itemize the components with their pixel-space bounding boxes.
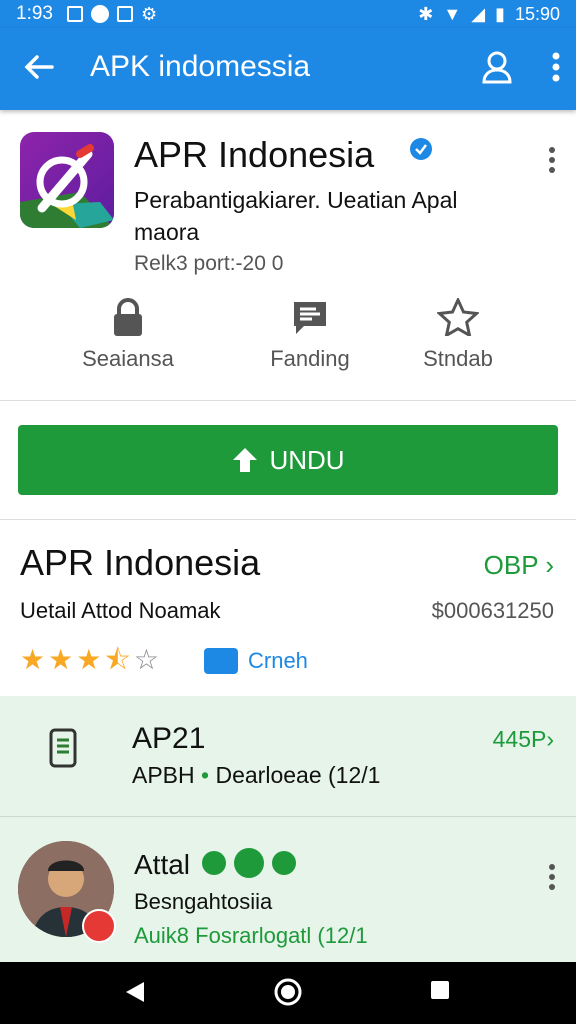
upload-arrow-icon [233, 448, 258, 472]
verified-icon [410, 138, 432, 160]
image-icon [116, 6, 133, 22]
list-item-right[interactable]: 445P› [493, 726, 554, 753]
action-label: Seaiansa [82, 346, 174, 371]
app-icon [20, 132, 114, 228]
chip-label: Crneh [248, 648, 308, 673]
list-item-subtitle-a: APBH [132, 762, 195, 788]
detail-subtitle: Uetail Attod Noamak [20, 598, 221, 623]
more-vert-icon[interactable] [548, 863, 556, 896]
signal-icon: ◢ [471, 3, 486, 24]
document-icon [204, 648, 238, 674]
nav-back-icon[interactable] [124, 980, 146, 1009]
chat-icon [294, 302, 326, 334]
chevron-right-icon: › [545, 550, 554, 580]
back-arrow-icon[interactable] [22, 50, 56, 84]
list-item-title: Attal [134, 849, 191, 880]
chevron-right-icon: › [546, 726, 554, 752]
action-rate[interactable]: Stndab [378, 298, 538, 372]
star-filled-icon: ★ [76, 644, 102, 675]
dot-separator: • [201, 762, 210, 788]
lock-icon [114, 298, 142, 336]
list-item[interactable]: Attal Besngahtosiia Auik8 Fosrarlogatl (… [0, 817, 576, 962]
detail-title: APR Indonesia [20, 542, 261, 583]
star-empty-icon: ☆ [133, 644, 159, 675]
nav-recents-icon[interactable] [430, 980, 450, 1005]
detail-price: $000631250 [431, 598, 554, 623]
list-item-subtitle: Besngahtosiia [134, 889, 273, 914]
chip[interactable]: Crneh [204, 648, 308, 674]
notification-icon [66, 6, 83, 22]
badge-icon [202, 851, 226, 875]
detail-link-label: OBP [483, 550, 539, 580]
badge-icon [234, 848, 264, 878]
app-header: APR Indonesia Perabantigakiarer. Ueatian… [0, 110, 576, 401]
app-bar: APK indomessia [0, 28, 576, 110]
action-feedback[interactable]: Fanding [230, 298, 390, 372]
install-section: UNDU [0, 401, 576, 520]
bluetooth-icon: ✱ [418, 3, 434, 24]
status-bar: 1:93 ⚙ ✱ ▼ ◢ ▮ 15:90 [0, 0, 576, 28]
detail-link[interactable]: OBP › [484, 550, 554, 581]
status-clock: 15:90 [514, 3, 560, 24]
more-vert-icon[interactable] [548, 146, 556, 179]
detail-section: APR Indonesia OBP › Uetail Attod Noamak … [0, 520, 576, 696]
star-half-icon: ⯪ [104, 644, 131, 675]
wifi-icon: ▼ [443, 3, 462, 24]
list-item-title: AP21 [132, 722, 206, 755]
list-item[interactable]: AP21 APBH • Dearloeae (12/1 445P› [0, 696, 576, 817]
action-row: Seaiansa Fanding Stndab [0, 298, 576, 388]
more-vert-icon[interactable] [552, 52, 560, 87]
app-meta: Relk3 port:-20 0 [134, 252, 284, 275]
app-name: APR Indonesia [134, 134, 375, 175]
badge-row [202, 848, 296, 878]
badge-icon [82, 909, 116, 943]
action-label: Fanding [270, 346, 350, 371]
star-filled-icon: ★ [20, 644, 46, 675]
battery-icon: ▮ [495, 3, 505, 24]
nav-home-icon[interactable] [274, 978, 302, 1011]
star-outline-icon [437, 298, 479, 336]
status-time: 1:93 [16, 3, 53, 24]
star-filled-icon: ★ [48, 644, 74, 675]
list-item-meta: Auik8 Fosrarlogatl (12/1 [134, 923, 368, 948]
notification-icons: ⚙ [66, 3, 158, 25]
account-icon[interactable] [482, 50, 512, 89]
navigation-bar [0, 962, 576, 1024]
install-label: UNDU [269, 444, 345, 475]
list-item-subtitle-b: Dearloeae (12/1 [215, 762, 381, 788]
app-bar-title: APK indomessia [90, 50, 311, 83]
action-label: Stndab [423, 346, 493, 371]
sliders-icon: ⚙ [140, 3, 158, 24]
rating-stars: ★ ★ ★ ⯪ ☆ [20, 646, 159, 674]
list-item-subtitle: APBH • Dearloeae (12/1 [132, 762, 380, 789]
action-security[interactable]: Seaiansa [48, 298, 208, 372]
phone-icon [48, 728, 78, 773]
message-icon [90, 5, 109, 23]
system-icons: ✱ ▼ ◢ ▮ 15:90 [418, 4, 560, 25]
badge-icon [272, 851, 296, 875]
install-button[interactable]: UNDU [18, 425, 558, 495]
list-item-right-label: 445P [492, 726, 547, 752]
app-description: Perabantigakiarer. Ueatian Apal maora [134, 187, 458, 245]
